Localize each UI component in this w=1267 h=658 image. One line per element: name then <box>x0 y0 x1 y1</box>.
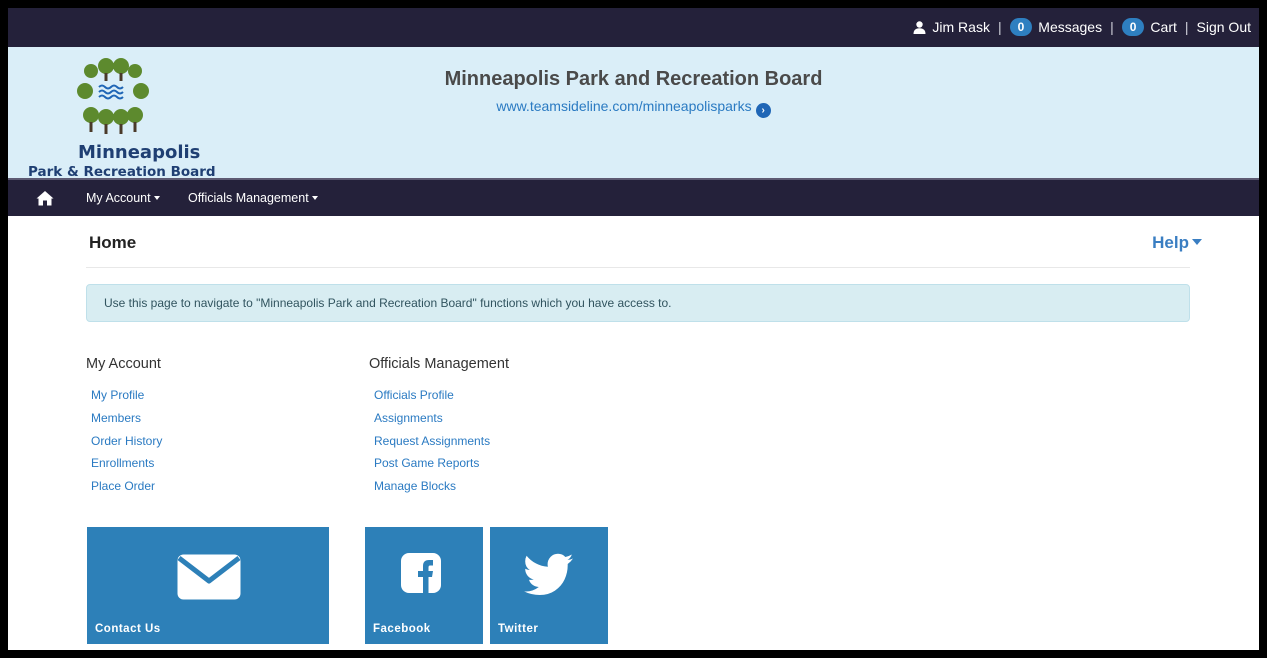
section-title-officials-management: Officials Management <box>369 356 509 372</box>
page-frame: Jim Rask | 0 Messages | 0 Cart | Sign Ou… <box>8 8 1259 650</box>
org-url-text[interactable]: www.teamsideline.com/minneapolisparks <box>496 98 751 114</box>
separator: | <box>1184 19 1189 35</box>
link-enrollments[interactable]: Enrollments <box>91 455 162 478</box>
caret-down-icon <box>1192 239 1202 245</box>
nav-officials-management-label: Officials Management <box>188 191 309 205</box>
envelope-icon <box>177 554 241 600</box>
logo-text-minneapolis: Minneapolis <box>78 142 201 163</box>
nav-my-account-label: My Account <box>86 191 151 205</box>
facebook-label: Facebook <box>373 623 431 635</box>
link-order-history[interactable]: Order History <box>91 433 162 456</box>
cart-link[interactable]: Cart <box>1150 19 1176 35</box>
org-title: Minneapolis Park and Recreation Board <box>444 68 823 90</box>
caret-down-icon <box>311 196 318 200</box>
nav-officials-management[interactable]: Officials Management <box>188 191 318 205</box>
link-members[interactable]: Members <box>91 410 162 433</box>
contact-us-tile[interactable]: Contact Us <box>87 527 329 644</box>
sign-out-link[interactable]: Sign Out <box>1197 19 1251 35</box>
facebook-icon <box>401 553 441 593</box>
nav-my-account[interactable]: My Account <box>86 191 160 205</box>
link-place-order[interactable]: Place Order <box>91 478 162 501</box>
separator: | <box>997 19 1002 35</box>
page-title: Home <box>89 233 137 252</box>
header-banner: Minneapolis Park & Recreation Board Minn… <box>8 47 1259 180</box>
twitter-tile[interactable]: Twitter <box>490 527 608 644</box>
divider <box>86 267 1190 268</box>
help-label: Help <box>1152 233 1189 252</box>
link-post-game-reports[interactable]: Post Game Reports <box>374 455 490 478</box>
cart-count-badge: 0 <box>1121 18 1145 36</box>
link-officials-profile[interactable]: Officials Profile <box>374 387 490 410</box>
info-alert-text: Use this page to navigate to "Minneapoli… <box>104 296 672 310</box>
twitter-label: Twitter <box>498 623 539 635</box>
messages-count-badge: 0 <box>1009 18 1033 36</box>
separator: | <box>1110 19 1114 35</box>
link-request-assignments[interactable]: Request Assignments <box>374 433 490 456</box>
main-navbar: My Account Officials Management <box>8 178 1259 216</box>
messages-link[interactable]: Messages <box>1038 19 1102 35</box>
my-account-links: My Profile Members Order History Enrollm… <box>91 387 162 501</box>
link-manage-blocks[interactable]: Manage Blocks <box>374 478 490 501</box>
info-alert: Use this page to navigate to "Minneapoli… <box>86 284 1190 322</box>
facebook-tile[interactable]: Facebook <box>365 527 483 644</box>
home-icon[interactable] <box>36 190 54 206</box>
user-icon <box>913 20 926 34</box>
chevron-right-circle-icon[interactable]: › <box>755 103 771 118</box>
caret-down-icon <box>153 196 160 200</box>
org-url-link[interactable]: www.teamsideline.com/minneapolisparks › <box>8 98 1259 118</box>
help-dropdown[interactable]: Help <box>1152 233 1202 253</box>
user-name-link[interactable]: Jim Rask <box>932 19 990 35</box>
link-assignments[interactable]: Assignments <box>374 410 490 433</box>
twitter-icon <box>524 553 573 595</box>
officials-management-links: Officials Profile Assignments Request As… <box>374 387 490 501</box>
link-my-profile[interactable]: My Profile <box>91 387 162 410</box>
contact-us-label: Contact Us <box>95 623 161 635</box>
section-title-my-account: My Account <box>86 356 161 372</box>
top-utility-bar: Jim Rask | 0 Messages | 0 Cart | Sign Ou… <box>8 8 1259 47</box>
